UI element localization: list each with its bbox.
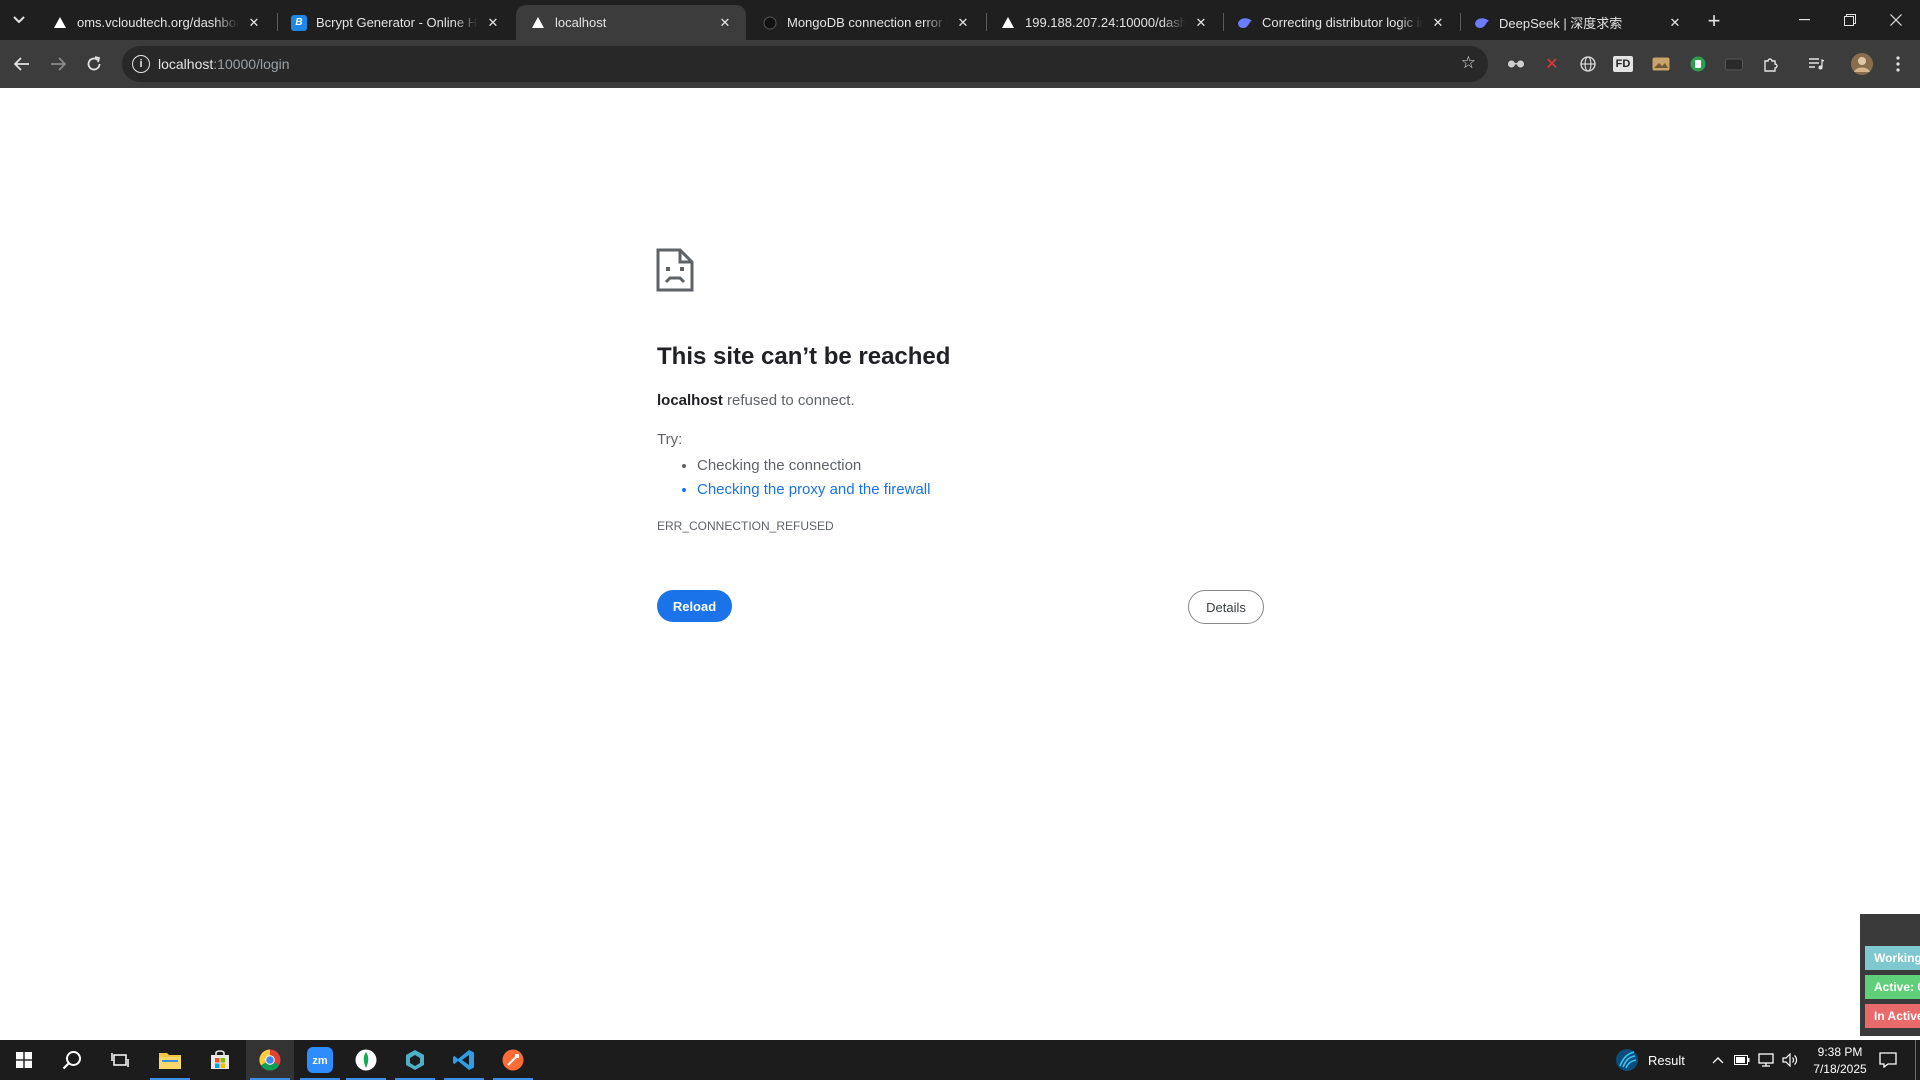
suggestion-check-proxy-link[interactable]: Checking the proxy and the firewall (697, 478, 930, 502)
forward-arrow-icon[interactable] (44, 50, 72, 78)
windows-start-icon[interactable] (0, 1040, 48, 1080)
close-icon[interactable]: ✕ (954, 14, 972, 32)
suggestion-check-connection: Checking the connection (697, 454, 930, 478)
bcrypt-b-icon: B (291, 14, 307, 31)
address-host: localhost (158, 56, 214, 72)
status-widget: Working Active: 0 In Active (1860, 914, 1920, 1036)
deepseek-whale-icon (1237, 15, 1253, 31)
extension-globe-icon[interactable] (1576, 52, 1600, 76)
error-host: localhost (657, 392, 723, 409)
extension-green-circle-icon[interactable] (1686, 52, 1710, 76)
mongodb-compass-icon[interactable] (342, 1040, 390, 1080)
details-button[interactable]: Details (1188, 590, 1264, 624)
status-inactive-pill[interactable]: In Active (1865, 1004, 1920, 1028)
chrome-taskbar-icon[interactable] (246, 1040, 294, 1080)
close-icon[interactable]: ✕ (484, 14, 502, 32)
tab-title: 199.188.207.24:10000/dashboard (1025, 15, 1186, 30)
tab-localhost[interactable]: localhost ✕ (516, 5, 746, 40)
store-icon[interactable] (196, 1040, 244, 1080)
error-message: refused to connect. (722, 392, 855, 409)
close-window-icon[interactable] (1873, 0, 1919, 40)
close-icon[interactable]: ✕ (1192, 14, 1210, 32)
chrome-menu-icon[interactable] (1886, 52, 1910, 76)
task-view-icon[interactable] (96, 1040, 144, 1080)
weather-label[interactable]: Result (1648, 1053, 1685, 1068)
tab-strip: oms.vcloudtech.org/dashboard ✕ B Bcrypt … (0, 0, 1920, 40)
try-label: Try: (657, 431, 683, 448)
search-icon[interactable] (48, 1040, 96, 1080)
taskbar-date[interactable]: 7/18/2025 (1808, 1062, 1872, 1076)
hexagon-app-icon[interactable] (391, 1040, 439, 1080)
reload-icon[interactable] (80, 50, 108, 78)
restore-icon[interactable] (1827, 0, 1873, 40)
error-description: localhost refused to connect. (657, 392, 855, 409)
close-icon[interactable]: ✕ (716, 14, 734, 32)
extension-image-icon[interactable] (1649, 52, 1673, 76)
close-icon[interactable]: ✕ (1429, 14, 1447, 32)
page-title: This site can’t be reached (657, 343, 951, 370)
extension-fd-icon[interactable]: FD (1613, 56, 1633, 72)
page-content: This site can’t be reached localhost ref… (0, 88, 1920, 1040)
extensions-puzzle-icon[interactable] (1759, 52, 1783, 76)
deepseek-whale-icon (1474, 15, 1490, 31)
tab-oms-dashboard[interactable]: oms.vcloudtech.org/dashboard ✕ (38, 5, 275, 40)
chatgpt-icon (762, 15, 778, 31)
tab-title: Bcrypt Generator - Online Hash (316, 15, 478, 30)
windows-taskbar: zm Result 9:38 PM 7/18/2025 (0, 1040, 1920, 1080)
vscode-icon[interactable] (440, 1040, 488, 1080)
minimize-icon[interactable] (1781, 0, 1827, 40)
svg-text:zm: zm (312, 1055, 328, 1067)
address-url[interactable]: localhost:10000/login (158, 56, 290, 72)
address-bar[interactable]: i localhost:10000/login ☆ (122, 46, 1488, 82)
tab-title: oms.vcloudtech.org/dashboard (77, 15, 239, 30)
taskbar-time[interactable]: 9:38 PM (1812, 1045, 1868, 1059)
tray-chevron-up-icon[interactable] (1706, 1040, 1730, 1080)
extension-red-x-icon[interactable]: ✕ (1540, 52, 1564, 76)
reload-button[interactable]: Reload (657, 590, 732, 622)
status-active-pill[interactable]: Active: 0 (1865, 975, 1920, 999)
zoom-icon[interactable]: zm (296, 1040, 344, 1080)
tab-distributor-logic[interactable]: Correcting distributor logic in ✕ (1223, 5, 1459, 40)
media-queue-icon[interactable] (1804, 52, 1828, 76)
extension-dark-folder-icon[interactable] (1722, 52, 1746, 76)
postman-icon[interactable] (489, 1040, 537, 1080)
triangle-icon (1000, 15, 1016, 31)
new-tab-plus-icon[interactable]: + (1700, 7, 1728, 35)
error-code: ERR_CONNECTION_REFUSED (657, 519, 834, 533)
bookmark-star-icon[interactable]: ☆ (1461, 53, 1476, 73)
tab-search-chevron-icon[interactable] (7, 9, 31, 31)
sad-document-icon (656, 248, 694, 292)
tab-mongodb-error[interactable]: MongoDB connection error fix ✕ (748, 5, 984, 40)
tab-title: Correcting distributor logic in (1262, 15, 1423, 30)
back-arrow-icon[interactable] (8, 50, 36, 78)
tab-title: MongoDB connection error fix (787, 15, 948, 30)
close-icon[interactable]: ✕ (245, 14, 263, 32)
extension-glasses-icon[interactable] (1504, 52, 1528, 76)
close-icon[interactable]: ✕ (1666, 14, 1684, 32)
tab-bcrypt-generator[interactable]: B Bcrypt Generator - Online Hash ✕ (277, 5, 514, 40)
notification-center-icon[interactable] (1866, 1040, 1910, 1080)
tab-deepseek[interactable]: DeepSeek | 深度求索 ✕ (1460, 5, 1696, 40)
battery-icon[interactable] (1730, 1040, 1754, 1080)
address-path: :10000/login (213, 56, 290, 72)
site-info-icon[interactable]: i (132, 55, 150, 73)
status-working-pill[interactable]: Working (1865, 946, 1920, 970)
triangle-icon (530, 15, 546, 31)
browser-toolbar: i localhost:10000/login ☆ ✕ FD (0, 40, 1920, 88)
triangle-icon (52, 15, 68, 31)
tab-title: DeepSeek | 深度求索 (1499, 16, 1623, 31)
tab-title: localhost (555, 15, 607, 30)
volume-icon[interactable] (1778, 1040, 1802, 1080)
network-icon[interactable] (1754, 1040, 1778, 1080)
suggestions-list: Checking the connection Checking the pro… (697, 454, 930, 502)
show-desktop-divider[interactable] (1915, 1040, 1916, 1080)
file-explorer-icon[interactable] (146, 1040, 194, 1080)
profile-avatar[interactable] (1850, 52, 1874, 76)
weather-icon[interactable] (1607, 1040, 1647, 1080)
tab-remote-dashboard[interactable]: 199.188.207.24:10000/dashboard ✕ (986, 5, 1222, 40)
